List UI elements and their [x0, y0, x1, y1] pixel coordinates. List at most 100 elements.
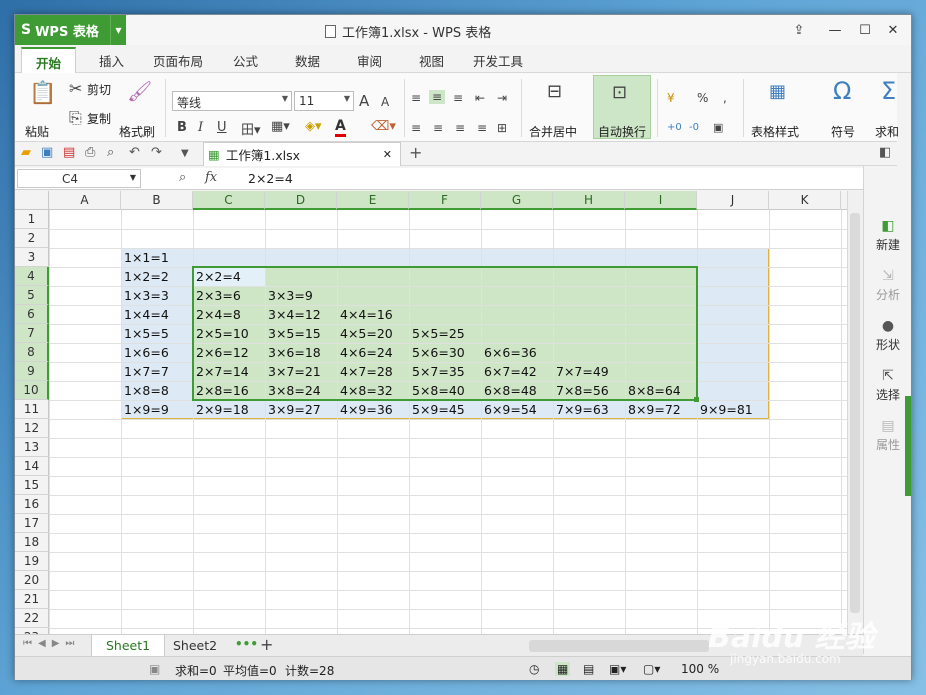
formula-input[interactable]: 2×2=4 [248, 171, 293, 186]
row-header-11[interactable]: 11 [15, 400, 49, 419]
row-header-8[interactable]: 8 [15, 343, 49, 362]
column-header-c[interactable]: C [193, 191, 265, 210]
column-header-e[interactable]: E [337, 191, 409, 210]
percent-button[interactable]: % [697, 91, 708, 105]
cell[interactable]: 4×7=28 [337, 362, 393, 381]
column-header-i[interactable]: I [625, 191, 697, 210]
decrease-decimal-button[interactable]: -0 [689, 122, 699, 133]
column-header-f[interactable]: F [409, 191, 481, 210]
align-center-icon[interactable]: ≡ [433, 121, 443, 135]
decrease-font-icon[interactable]: A [381, 95, 389, 109]
zoom-search-icon[interactable]: ⌕ [179, 170, 186, 185]
cell[interactable]: 4×5=20 [337, 324, 393, 343]
cell[interactable]: 1×4=4 [121, 305, 169, 324]
row-header-18[interactable]: 18 [15, 533, 49, 552]
undo-icon[interactable]: ↶ [129, 145, 140, 160]
cell[interactable]: 3×3=9 [265, 286, 313, 305]
cell[interactable]: 1×2=2 [121, 267, 169, 286]
border-icon[interactable]: 田▾ [241, 119, 261, 138]
decrease-indent-icon[interactable]: ⇤ [475, 91, 485, 105]
cell[interactable]: 5×6=30 [409, 343, 465, 362]
horizontal-scrollbar[interactable] [529, 640, 709, 652]
italic-button[interactable]: I [198, 120, 203, 135]
cell[interactable]: 6×8=48 [481, 381, 537, 400]
row-header-9[interactable]: 9 [15, 362, 49, 381]
column-header-a[interactable]: A [49, 191, 121, 210]
panel-collapse-handle[interactable] [905, 396, 911, 496]
reading-view-icon[interactable]: ▢▾ [643, 662, 660, 676]
row-header-12[interactable]: 12 [15, 419, 49, 438]
row-header-13[interactable]: 13 [15, 438, 49, 457]
cell[interactable]: 7×8=56 [553, 381, 609, 400]
row-header-4[interactable]: 4 [15, 267, 49, 286]
cell-style-icon[interactable]: ▦▾ [271, 119, 290, 134]
cell[interactable]: 2×7=14 [193, 362, 249, 381]
cut-button[interactable]: 剪切 [87, 81, 111, 98]
cell[interactable]: 4×4=16 [337, 305, 393, 324]
row-header-3[interactable]: 3 [15, 248, 49, 267]
cell[interactable]: 1×7=7 [121, 362, 169, 381]
spreadsheet-grid[interactable]: A B C D E F G H I J K 1 2 3 4 5 6 7 8 9 10 11 12 13 14 15 16 17 18 19… [15, 191, 847, 634]
row-header-2[interactable]: 2 [15, 229, 49, 248]
cell[interactable]: 3×4=12 [265, 305, 321, 324]
merge-center-button[interactable]: 合并居中 [529, 123, 577, 140]
align-bottom-icon[interactable]: ≡ [453, 91, 463, 105]
cell[interactable]: 1×3=3 [121, 286, 169, 305]
tab-review[interactable]: 审阅 [357, 51, 382, 70]
cell[interactable]: 2×4=8 [193, 305, 241, 324]
increase-indent-icon[interactable]: ⇥ [497, 91, 507, 105]
chevron-down-icon[interactable]: ▼ [130, 173, 136, 182]
row-header-5[interactable]: 5 [15, 286, 49, 305]
justify-icon[interactable]: ≡ [477, 121, 487, 135]
cell[interactable]: 7×7=49 [553, 362, 609, 381]
cell[interactable]: 5×5=25 [409, 324, 465, 343]
column-header-k[interactable]: K [769, 191, 841, 210]
cell[interactable]: 1×8=8 [121, 381, 169, 400]
chevron-down-icon[interactable]: ▼ [181, 148, 189, 159]
cell[interactable]: 3×9=27 [265, 400, 321, 419]
print-preview-icon[interactable]: ⌕ [107, 145, 114, 160]
thousands-button[interactable]: , [723, 91, 727, 105]
page-layout-view-icon[interactable]: ▤ [583, 662, 594, 676]
cell[interactable]: 5×7=35 [409, 362, 465, 381]
cell[interactable]: 8×9=72 [625, 400, 681, 419]
column-header-d[interactable]: D [265, 191, 337, 210]
row-header-1[interactable]: 1 [15, 210, 49, 229]
cell[interactable]: 2×2=4 [193, 267, 241, 286]
cell[interactable]: 2×9=18 [193, 400, 249, 419]
row-header-21[interactable]: 21 [15, 590, 49, 609]
column-header-b[interactable]: B [121, 191, 193, 210]
sheet-tab-1[interactable]: Sheet1 [91, 635, 166, 657]
name-box[interactable]: C4 ▼ [17, 169, 141, 188]
cell[interactable]: 5×8=40 [409, 381, 465, 400]
table-style-icon[interactable]: ▦ [769, 81, 786, 102]
maximize-button[interactable]: ☐ [853, 19, 877, 41]
vertical-scrollbar[interactable] [847, 191, 863, 634]
currency-button[interactable]: ¥ [667, 91, 675, 105]
page-break-view-icon[interactable]: ▣▾ [609, 662, 626, 676]
cell[interactable]: 9×9=81 [697, 400, 753, 419]
cell[interactable]: 4×8=32 [337, 381, 393, 400]
cell[interactable]: 7×9=63 [553, 400, 609, 419]
format-painter-icon[interactable]: 🖌 [127, 79, 152, 103]
more-sheets-icon[interactable]: ••• [235, 637, 258, 651]
cell[interactable]: 1×1=1 [121, 248, 169, 267]
sheet-nav-arrows-icon[interactable]: ⏮◀▶⏭ [23, 638, 80, 649]
merge-center-icon[interactable]: ⊟ [547, 81, 562, 102]
bold-button[interactable]: B [177, 120, 187, 135]
panel-shape-button[interactable]: ● 形状 [864, 318, 912, 353]
row-header-20[interactable]: 20 [15, 571, 49, 590]
cell[interactable]: 3×8=24 [265, 381, 321, 400]
row-header-22[interactable]: 22 [15, 609, 49, 628]
wrap-text-button[interactable]: ⊡ 自动换行 [593, 75, 651, 139]
row-header-17[interactable]: 17 [15, 514, 49, 533]
column-header-j[interactable]: J [697, 191, 769, 210]
minimize-button[interactable]: — [823, 19, 847, 41]
align-left-icon[interactable]: ≡ [411, 121, 421, 135]
save-icon[interactable]: ▣ [41, 145, 53, 160]
panel-analyze-button[interactable]: ⇲ 分析 [864, 268, 912, 303]
row-header-10[interactable]: 10 [15, 381, 49, 400]
font-size-select[interactable]: 11 ▼ [294, 91, 354, 111]
increase-decimal-button[interactable]: +0 [667, 122, 682, 133]
number-format-icon[interactable]: ▣ [713, 121, 723, 134]
